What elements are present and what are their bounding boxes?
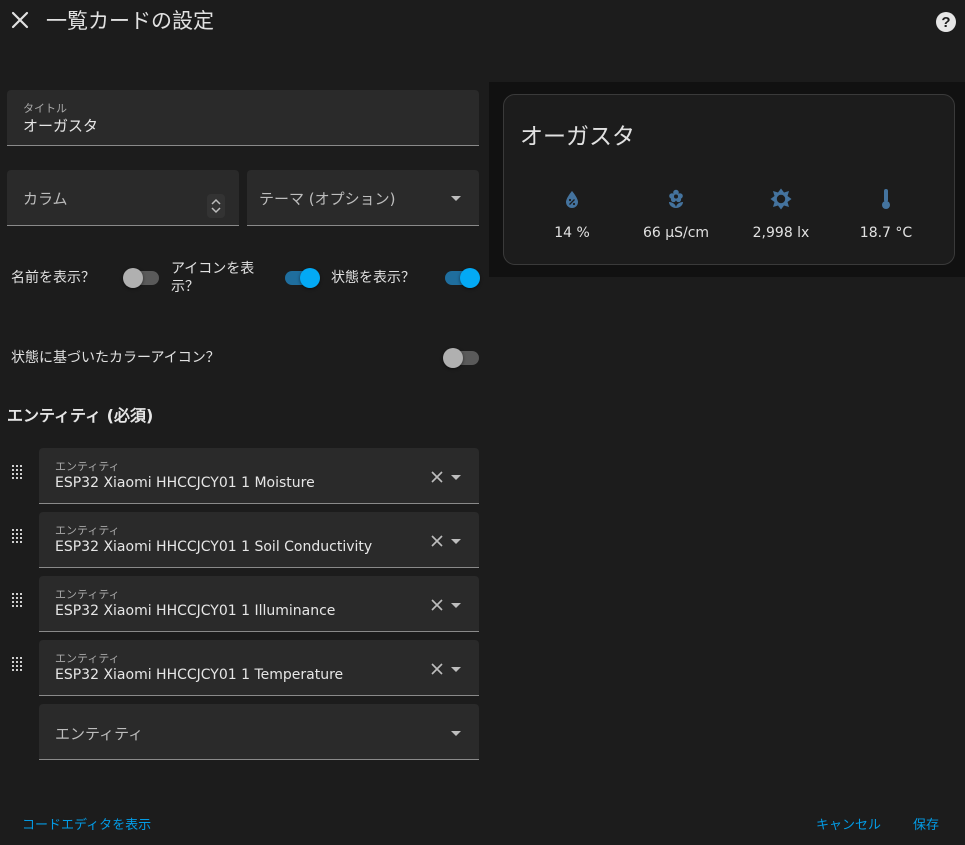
card-entity-temperature[interactable]: 18.7 °C xyxy=(836,187,936,241)
chevron-down-icon[interactable] xyxy=(449,538,463,546)
chevron-down-icon[interactable] xyxy=(449,474,463,482)
chevron-down-icon[interactable] xyxy=(449,602,463,610)
chevron-down-icon xyxy=(451,731,461,736)
show-state-switch[interactable] xyxy=(443,268,480,288)
card-title: オーガスタ xyxy=(520,124,635,150)
drag-handle-icon[interactable] xyxy=(11,464,25,480)
save-button[interactable]: 保存 xyxy=(913,814,939,833)
chevron-down-icon[interactable] xyxy=(449,666,463,674)
theme-select-placeholder: テーマ (オプション) xyxy=(259,190,396,208)
chevron-down-icon xyxy=(451,196,461,201)
entity-field-value: ESP32 Xiaomi HHCCJCY01 1 Soil Conductivi… xyxy=(55,539,373,555)
state-color-switch[interactable] xyxy=(443,348,479,368)
entity-field-value: ESP32 Xiaomi HHCCJCY01 1 Moisture xyxy=(55,475,315,491)
drag-handle-icon[interactable] xyxy=(11,528,25,544)
entity-field-label: エンティティ xyxy=(55,460,120,473)
entity-field[interactable]: エンティティ ESP32 Xiaomi HHCCJCY01 1 Moisture xyxy=(39,448,479,504)
card-entity-illuminance[interactable]: 2,998 lx xyxy=(731,187,831,241)
card-entity-moisture[interactable]: 14 % xyxy=(522,187,622,241)
thermometer-icon xyxy=(882,189,890,209)
entity-field-label: エンティティ xyxy=(55,652,120,665)
show-code-editor-button[interactable]: コードエディタを表示 xyxy=(22,814,151,833)
stepper-icon[interactable] xyxy=(207,194,225,218)
clear-icon[interactable] xyxy=(430,470,444,484)
entity-field[interactable]: エンティティ ESP32 Xiaomi HHCCJCY01 1 Soil Con… xyxy=(39,512,479,568)
card-entity-conductivity[interactable]: 66 µS/cm xyxy=(626,187,726,241)
card-entity-value: 14 % xyxy=(554,225,590,241)
drag-handle-icon[interactable] xyxy=(11,656,25,672)
entity-field-value: ESP32 Xiaomi HHCCJCY01 1 Temperature xyxy=(55,667,344,683)
water-percent-icon xyxy=(566,191,578,208)
drag-handle-icon[interactable] xyxy=(11,592,25,608)
columns-field-placeholder: カラム xyxy=(23,190,68,208)
show-icon-switch[interactable] xyxy=(283,268,320,288)
brightness-icon xyxy=(770,188,792,210)
add-entity-placeholder: エンティティ xyxy=(55,725,144,743)
clear-icon[interactable] xyxy=(430,598,444,612)
show-name-label: 名前を表示？ xyxy=(11,270,95,286)
clear-icon[interactable] xyxy=(430,534,444,548)
entity-field[interactable]: エンティティ ESP32 Xiaomi HHCCJCY01 1 Temperat… xyxy=(39,640,479,696)
svg-text:?: ? xyxy=(941,14,950,31)
entities-section-title: エンティティ (必須) xyxy=(7,406,154,425)
title-field-label: タイトル xyxy=(23,102,67,115)
card-entity-value: 66 µS/cm xyxy=(642,225,710,241)
state-color-label: 状態に基づいたカラーアイコン？ xyxy=(11,350,220,366)
close-icon xyxy=(11,11,29,29)
show-icon-label: アイコンを表 示？ xyxy=(171,261,255,295)
columns-field[interactable]: カラム xyxy=(7,170,239,226)
title-field-value: オーガスタ xyxy=(23,117,99,135)
help-button[interactable]: ? xyxy=(935,11,957,33)
entity-field[interactable]: エンティティ ESP32 Xiaomi HHCCJCY01 1 Illumina… xyxy=(39,576,479,632)
clear-icon[interactable] xyxy=(430,662,444,676)
dialog-title: 一覧カードの設定 xyxy=(46,9,214,33)
show-state-label: 状態を表示？ xyxy=(331,270,415,286)
close-button[interactable] xyxy=(8,8,32,32)
title-field[interactable]: タイトル オーガスタ xyxy=(7,90,479,146)
entity-field-label: エンティティ xyxy=(55,524,120,537)
entity-field-value: ESP32 Xiaomi HHCCJCY01 1 Illuminance xyxy=(55,603,336,619)
help-icon: ? xyxy=(936,12,956,32)
show-name-switch[interactable] xyxy=(123,268,159,288)
add-entity-picker[interactable]: エンティティ xyxy=(39,704,479,760)
glance-card-preview: オーガスタ 14 % 66 µS/cm 2,998 lx 18.7 °C xyxy=(503,94,955,265)
card-entity-value: 18.7 °C xyxy=(859,225,913,241)
cancel-button[interactable]: キャンセル xyxy=(816,814,881,833)
entity-field-label: エンティティ xyxy=(55,588,120,601)
flower-icon xyxy=(669,189,683,208)
theme-select[interactable]: テーマ (オプション) xyxy=(247,170,479,226)
card-entity-value: 2,998 lx xyxy=(752,225,810,241)
